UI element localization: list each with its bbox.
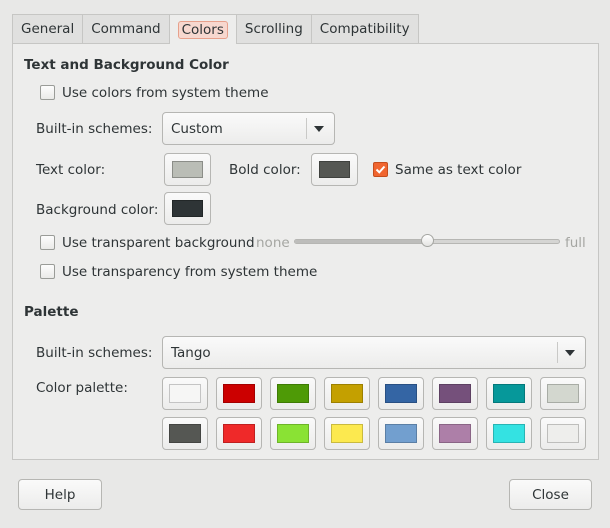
- palette-color-swatch: [277, 384, 309, 403]
- background-color-button[interactable]: [164, 192, 211, 225]
- same-as-text-checkbox[interactable]: [373, 162, 388, 177]
- bold-color-label: Bold color:: [229, 162, 301, 178]
- bold-color-button[interactable]: [311, 153, 358, 186]
- same-as-text-label: Same as text color: [395, 162, 522, 178]
- text-color-swatch: [172, 161, 203, 178]
- text-color-button[interactable]: [164, 153, 211, 186]
- color-palette-label: Color palette:: [36, 380, 128, 396]
- help-button-label: Help: [44, 486, 76, 503]
- palette-color-swatch: [385, 384, 417, 403]
- slider-fill: [295, 240, 427, 243]
- palette-color-swatch: [493, 384, 525, 403]
- tab-scrolling-label: Scrolling: [244, 21, 303, 37]
- palette-color-swatch: [169, 384, 201, 403]
- transparency-system-checkbox[interactable]: [40, 264, 55, 279]
- combo-separator: [306, 118, 307, 139]
- palette-color-swatch: [493, 424, 525, 443]
- transparency-system-label: Use transparency from system theme: [62, 264, 318, 280]
- transparent-bg-label: Use transparent background: [62, 235, 255, 251]
- palette-color-6-button[interactable]: [432, 377, 478, 410]
- colors-panel: Text and Background Color Use colors fro…: [12, 43, 599, 460]
- palette-color-swatch: [223, 384, 255, 403]
- palette-color-swatch: [331, 384, 363, 403]
- palette-color-10-button[interactable]: [216, 417, 262, 450]
- palette-builtin-combo[interactable]: Tango: [162, 336, 586, 369]
- palette-color-5-button[interactable]: [378, 377, 424, 410]
- palette-color-swatch: [223, 424, 255, 443]
- use-system-colors-checkbox[interactable]: [40, 85, 55, 100]
- palette-builtin-value: Tango: [171, 345, 211, 361]
- text-bg-section-title: Text and Background Color: [24, 57, 229, 73]
- tab-command[interactable]: Command: [82, 14, 170, 43]
- palette-color-swatch: [385, 424, 417, 443]
- builtin-schemes-value: Custom: [171, 121, 223, 137]
- palette-color-swatch: [547, 384, 579, 403]
- palette-color-12-button[interactable]: [324, 417, 370, 450]
- palette-color-swatch: [439, 384, 471, 403]
- text-color-label: Text color:: [36, 162, 106, 178]
- palette-section-title: Palette: [24, 304, 79, 320]
- palette-color-7-button[interactable]: [486, 377, 532, 410]
- palette-color-14-button[interactable]: [432, 417, 478, 450]
- builtin-schemes-combo[interactable]: Custom: [162, 112, 335, 145]
- checkmark-icon: [375, 165, 386, 174]
- palette-color-swatch: [547, 424, 579, 443]
- tab-general-label: General: [21, 21, 75, 37]
- chevron-down-icon: [314, 126, 324, 132]
- palette-color-swatch: [439, 424, 471, 443]
- combo-separator: [557, 342, 558, 363]
- palette-color-2-button[interactable]: [216, 377, 262, 410]
- tab-command-label: Command: [91, 21, 161, 37]
- background-color-label: Background color:: [36, 202, 159, 218]
- background-color-swatch: [172, 200, 203, 217]
- palette-color-swatch: [169, 424, 201, 443]
- palette-color-15-button[interactable]: [486, 417, 532, 450]
- tab-general[interactable]: General: [12, 14, 84, 43]
- transparent-bg-checkbox[interactable]: [40, 235, 55, 250]
- tab-compatibility[interactable]: Compatibility: [310, 14, 419, 43]
- slider-max-label: full: [565, 235, 586, 251]
- palette-color-16-button[interactable]: [540, 417, 586, 450]
- builtin-schemes-label: Built-in schemes:: [36, 121, 153, 137]
- palette-builtin-label: Built-in schemes:: [36, 345, 153, 361]
- chevron-down-icon: [565, 350, 575, 356]
- slider-handle[interactable]: [421, 234, 434, 247]
- tab-compatibility-label: Compatibility: [319, 21, 410, 37]
- bold-color-swatch: [319, 161, 350, 178]
- palette-color-3-button[interactable]: [270, 377, 316, 410]
- tab-scrolling[interactable]: Scrolling: [235, 14, 312, 43]
- palette-color-1-button[interactable]: [162, 377, 208, 410]
- slider-min-label: none: [256, 235, 290, 251]
- palette-color-8-button[interactable]: [540, 377, 586, 410]
- palette-color-swatch: [331, 424, 363, 443]
- close-button-label: Close: [532, 486, 569, 503]
- tab-bar: General Command Colors Scrolling Compati…: [12, 14, 419, 44]
- close-button[interactable]: Close: [509, 479, 592, 510]
- palette-color-9-button[interactable]: [162, 417, 208, 450]
- tab-colors-label: Colors: [177, 20, 228, 39]
- palette-color-13-button[interactable]: [378, 417, 424, 450]
- palette-color-4-button[interactable]: [324, 377, 370, 410]
- use-system-colors-label: Use colors from system theme: [62, 85, 269, 101]
- palette-color-swatch: [277, 424, 309, 443]
- palette-color-11-button[interactable]: [270, 417, 316, 450]
- tab-colors[interactable]: Colors: [168, 14, 237, 44]
- help-button[interactable]: Help: [18, 479, 102, 510]
